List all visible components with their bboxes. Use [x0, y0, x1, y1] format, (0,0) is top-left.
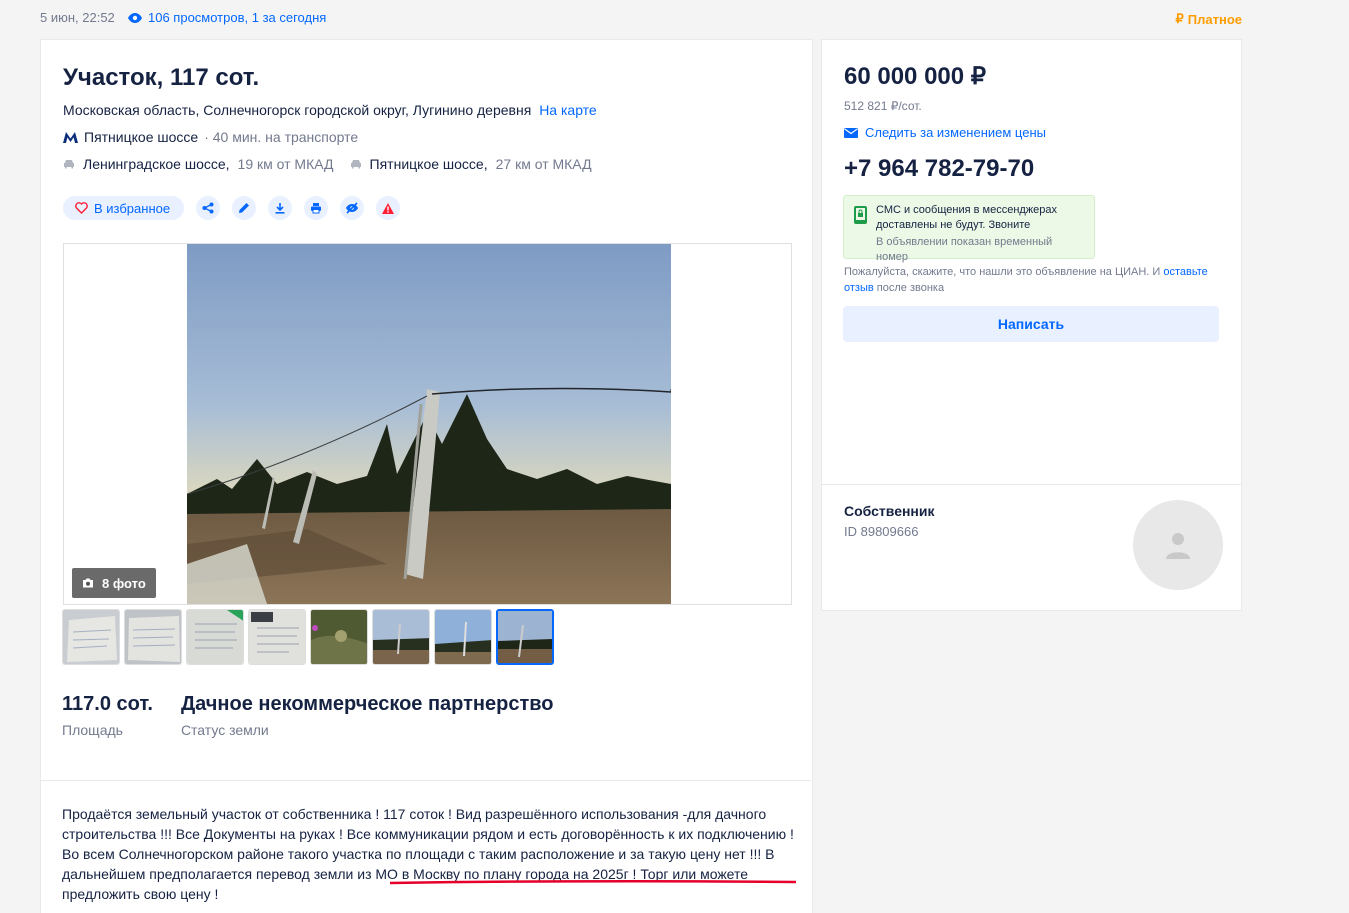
feedback-text: Пожалуйста, скажите, что нашли это объяв…	[844, 266, 1161, 278]
contact-sidebar: 60 000 000 ₽ 512 821 ₽/сот. Следить за и…	[821, 39, 1242, 611]
price-per-unit: 512 821 ₽/сот.	[844, 99, 922, 113]
listing-meta-bar: 5 июн, 22:52 106 просмотров, 1 за сегодн…	[40, 10, 1242, 27]
thumbnail[interactable]	[248, 609, 306, 665]
feedback-request: Пожалуйста, скажите, что нашли это объяв…	[844, 264, 1214, 296]
thumbnail[interactable]	[434, 609, 492, 665]
sidebar-divider	[822, 484, 1241, 485]
highway-distance: 19 км от МКАД	[237, 156, 334, 172]
heart-icon	[75, 202, 88, 214]
user-icon	[1166, 533, 1190, 559]
views-count: 106 просмотров, 1 за сегодня	[148, 10, 327, 25]
hide-button[interactable]	[340, 196, 365, 220]
camera-icon	[83, 578, 93, 588]
thumbnail[interactable]	[62, 609, 120, 665]
listing-card: Участок, 117 сот. Московская область, Со…	[40, 39, 813, 913]
paid-badge: ₽ Платное	[1175, 11, 1242, 27]
envelope-icon	[844, 127, 858, 138]
owner-id: ID 89809666	[844, 524, 919, 539]
car-icon	[64, 160, 74, 169]
fact-label: Статус земли	[180, 722, 269, 738]
highway-item: Ленинградское шоссе, 19 км от МКАД	[63, 156, 334, 172]
highway-distance: 27 км от МКАД	[495, 156, 592, 172]
write-button[interactable]: Написать	[843, 306, 1219, 342]
photo-gallery[interactable]: 8 фото	[63, 243, 792, 605]
avatar	[1133, 500, 1223, 590]
highway-name: Ленинградское шоссе,	[83, 156, 230, 172]
metro-name[interactable]: Пятницкое шоссе	[84, 129, 198, 145]
thumbnail[interactable]	[186, 609, 244, 665]
eye-icon	[128, 12, 142, 23]
download-icon	[275, 203, 285, 214]
owner-role: Собственник	[844, 503, 935, 519]
favorite-label: В избранное	[94, 200, 171, 216]
fact-land-status: Дачное некоммерческое партнерство Статус…	[181, 693, 554, 738]
thumbnail[interactable]	[310, 609, 368, 665]
phone-lock-icon	[854, 206, 867, 224]
highways-info: Ленинградское шоссе, 19 км от МКАД Пятни…	[63, 156, 600, 172]
thumbnail[interactable]	[124, 609, 182, 665]
facts-row: 117.0 сот. Площадь Дачное некоммерческое…	[62, 693, 554, 738]
thumbnail[interactable]	[372, 609, 430, 665]
fact-value: Дачное некоммерческое партнерство	[180, 693, 554, 715]
edit-button[interactable]	[232, 196, 257, 220]
follow-price-label: Следить за изменением цены	[865, 125, 1046, 140]
views-link[interactable]: 106 просмотров, 1 за сегодня	[128, 10, 326, 25]
fact-label: Площадь	[62, 722, 123, 738]
publish-date: 5 июн, 22:52	[40, 10, 115, 25]
thumbnail-strip	[62, 609, 554, 665]
printer-icon	[311, 203, 322, 214]
metro-icon	[63, 131, 78, 143]
favorite-button[interactable]: В избранное	[63, 196, 185, 220]
map-link[interactable]: На карте	[539, 102, 597, 118]
download-button[interactable]	[268, 196, 293, 220]
description-text: Продаётся земельный участок от собственн…	[62, 806, 794, 902]
action-toolbar: В избранное	[63, 196, 401, 220]
fact-area: 117.0 сот. Площадь	[62, 693, 153, 738]
photo-count-badge[interactable]: 8 фото	[72, 568, 156, 598]
address-text: Московская область, Солнечногорск городс…	[63, 102, 532, 118]
print-button[interactable]	[304, 196, 329, 220]
share-button[interactable]	[196, 196, 221, 220]
address: Московская область, Солнечногорск городс…	[63, 102, 597, 118]
price: 60 000 000 ₽	[844, 63, 987, 90]
page-title: Участок, 117 сот.	[63, 64, 260, 91]
warning-icon	[382, 202, 395, 214]
highway-item: Пятницкое шоссе, 27 км от МКАД	[350, 156, 592, 172]
fact-value: 117.0 сот.	[62, 693, 153, 715]
share-icon	[202, 202, 214, 214]
landscape-photo	[187, 244, 671, 604]
notice-small: В объявлении показан временный номер	[876, 236, 1053, 263]
section-divider	[40, 780, 811, 781]
thumbnail-active[interactable]	[496, 609, 554, 665]
follow-price-link[interactable]: Следить за изменением цены	[844, 125, 1046, 140]
car-icon	[350, 160, 361, 169]
main-photo[interactable]	[187, 244, 671, 604]
eye-off-icon	[346, 202, 359, 214]
complain-button[interactable]	[376, 196, 401, 220]
notice-main: СМС и сообщения в мессенджерах доставлен…	[876, 204, 1058, 231]
metro-info: Пятницкое шоссе · 40 мин. на транспорте	[63, 129, 358, 145]
feedback-tail: после звонка	[876, 282, 945, 294]
paid-label: Платное	[1187, 11, 1242, 27]
ruble-icon: ₽	[1175, 11, 1184, 26]
metro-time: · 40 мин. на транспорте	[204, 129, 359, 145]
pencil-icon	[239, 203, 250, 213]
highway-name: Пятницкое шоссе,	[369, 156, 488, 172]
phone-number[interactable]: +7 964 782-79-70	[844, 155, 1034, 183]
red-underline-annotation	[389, 879, 797, 885]
sms-notice: СМС и сообщения в мессенджерах доставлен…	[843, 195, 1095, 263]
photo-count-label: 8 фото	[102, 575, 146, 591]
